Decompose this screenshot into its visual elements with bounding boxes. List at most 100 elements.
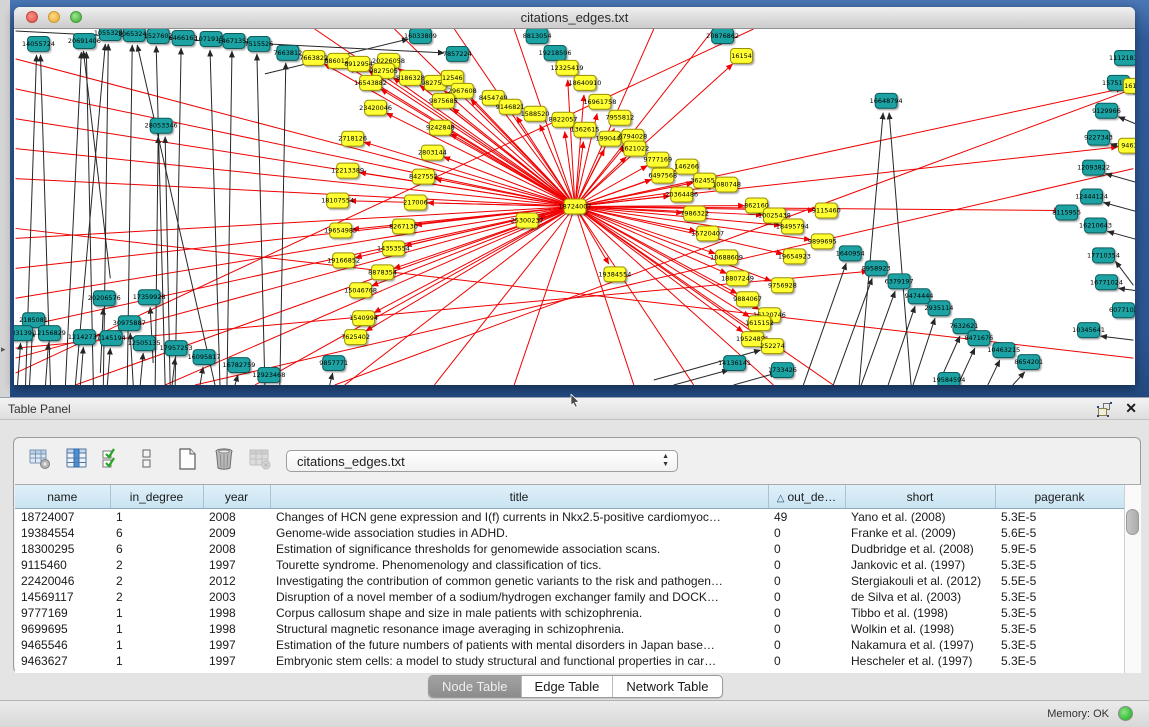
graph-node[interactable]: 1145194 xyxy=(97,331,126,346)
graph-node[interactable]: 9129966 xyxy=(1092,103,1121,118)
graph-node[interactable]: 12444124 xyxy=(1075,189,1108,204)
select-columns-icon[interactable] xyxy=(98,445,126,473)
tab-edge-table[interactable]: Edge Table xyxy=(521,676,613,697)
graph-node[interactable]: 16771024 xyxy=(1090,275,1123,290)
close-panel-icon[interactable]: ✕ xyxy=(1125,400,1137,417)
new-file-icon[interactable] xyxy=(174,445,202,473)
graph-node[interactable]: 2718126 xyxy=(338,131,367,146)
graph-node[interactable]: 1733426 xyxy=(768,363,797,378)
graph-node[interactable]: 10688609 xyxy=(710,250,743,265)
table-row[interactable]: 1872400712008Changes of HCN gene express… xyxy=(15,509,1124,526)
graph-node[interactable]: 28053346 xyxy=(145,118,178,133)
table-scrollbar-thumb[interactable] xyxy=(1126,509,1139,535)
network-view-canvas[interactable]: 1872400714055724206914061055328710653247… xyxy=(14,29,1135,385)
graph-node[interactable]: 8427552 xyxy=(409,169,438,184)
graph-node[interactable]: 217006 xyxy=(403,195,428,210)
graph-node[interactable]: 16033809 xyxy=(404,29,437,43)
graph-node[interactable]: 19654985 xyxy=(324,223,357,238)
table-row[interactable]: 2242004622012Investigating the contribut… xyxy=(15,573,1124,589)
graph-node[interactable]: 7955812 xyxy=(605,110,634,125)
graph-node[interactable]: 19218506 xyxy=(539,45,572,60)
graph-node[interactable]: 252274 xyxy=(760,339,785,354)
graph-node[interactable]: 12325419 xyxy=(551,60,584,75)
graph-node[interactable]: 8878354 xyxy=(368,265,397,280)
graph-node[interactable]: 6466163 xyxy=(169,30,198,45)
graph-node[interactable]: 7515526 xyxy=(244,36,273,51)
graph-node[interactable]: 15720407 xyxy=(691,226,724,241)
graph-node[interactable]: 9242848 xyxy=(426,120,455,135)
graph-node[interactable]: 6497568 xyxy=(648,168,677,183)
graph-node[interactable]: 30975887 xyxy=(113,316,146,331)
graph-node[interactable]: 9463 xyxy=(1118,138,1135,153)
delete-table-icon[interactable] xyxy=(246,445,274,473)
graph-node[interactable]: 8115955 xyxy=(1052,205,1081,220)
graph-node[interactable]: 6077102 xyxy=(1109,303,1135,318)
column-header-short[interactable]: short xyxy=(845,485,995,509)
graph-node[interactable]: 1640954 xyxy=(836,246,865,261)
graph-node[interactable]: 20876862 xyxy=(706,29,739,43)
graph-node[interactable]: 33139 xyxy=(14,326,33,341)
graph-node[interactable]: 12093822 xyxy=(1077,160,1110,175)
window-titlebar[interactable]: citations_edges.txt xyxy=(14,7,1135,29)
column-header-in_degree[interactable]: in_degree xyxy=(110,485,203,509)
tab-node-table[interactable]: Node Table xyxy=(429,676,521,697)
graph-node[interactable]: 11121834 xyxy=(1109,50,1135,65)
graph-node[interactable]: 16961758 xyxy=(583,94,616,109)
graph-node[interactable]: 14136141 xyxy=(718,356,751,371)
graph-node[interactable]: 7986322 xyxy=(680,206,709,221)
table-row[interactable]: 977716911998Corpus callosum shape and si… xyxy=(15,605,1124,621)
column-header-title[interactable]: title xyxy=(270,485,768,509)
graph-node[interactable]: 8471676 xyxy=(964,331,993,346)
graph-node[interactable]: 16648794 xyxy=(870,93,903,108)
table-options-icon[interactable] xyxy=(26,445,54,473)
graph-node[interactable]: 1621022 xyxy=(620,141,649,156)
graph-node[interactable]: 8654201 xyxy=(1014,355,1043,370)
tab-network-table[interactable]: Network Table xyxy=(612,676,721,697)
table-scrollbar[interactable] xyxy=(1124,485,1141,673)
graph-node[interactable]: 9777169 xyxy=(643,152,672,167)
column-header-out_de[interactable]: △out_de… xyxy=(768,485,845,509)
graph-node[interactable]: 14055724 xyxy=(22,36,55,51)
graph-node[interactable]: 20206576 xyxy=(88,291,121,306)
graph-node[interactable]: 16154 xyxy=(731,48,753,63)
graph-node[interactable]: 1615152 xyxy=(745,316,774,331)
table-row[interactable]: 1830029562008Estimation of significance … xyxy=(15,541,1124,557)
graph-node[interactable]: 16158 xyxy=(1123,78,1135,93)
graph-node[interactable]: 12213389 xyxy=(331,163,364,178)
graph-node[interactable]: 146266 xyxy=(674,159,699,174)
column-header-pagerank[interactable]: pagerank xyxy=(995,485,1124,509)
graph-node[interactable]: 16210643 xyxy=(1079,218,1112,233)
graph-node[interactable]: 1080748 xyxy=(712,177,741,192)
graph-node[interactable]: 2935114 xyxy=(925,301,954,316)
graph-node[interactable]: 7625402 xyxy=(341,330,370,345)
graph-node[interactable]: 19654923 xyxy=(778,249,811,264)
table-row[interactable]: 1456911722003Disruption of a novel membe… xyxy=(15,589,1124,605)
graph-node[interactable]: 1588520 xyxy=(521,106,550,121)
table-selector-dropdown[interactable]: citations_edges.txt ▲▼ xyxy=(286,450,678,472)
graph-node[interactable]: 17359928 xyxy=(133,290,166,305)
graph-node[interactable]: 7857224 xyxy=(443,46,472,61)
graph-node[interactable]: 8267130 xyxy=(389,219,418,234)
graph-node[interactable]: 10345641 xyxy=(1072,323,1105,338)
panel-collapse-arrow-icon[interactable]: ▸ xyxy=(1,344,6,355)
memory-status-icon[interactable] xyxy=(1118,706,1133,721)
table-row[interactable]: 1938455462009Genome-wide association stu… xyxy=(15,525,1124,541)
column-header-year[interactable]: year xyxy=(203,485,270,509)
table-row[interactable]: 946554611997Estimation of the future num… xyxy=(15,637,1124,653)
graph-node[interactable]: 6379197 xyxy=(885,274,914,289)
graph-node[interactable]: 8813054 xyxy=(523,29,552,43)
graph-node[interactable]: 17710354 xyxy=(1087,248,1120,263)
graph-node[interactable]: 9899695 xyxy=(808,234,837,249)
graph-node[interactable]: 9857771 xyxy=(319,356,348,371)
table-row[interactable]: 969969511998Structural magnetic resonanc… xyxy=(15,621,1124,637)
graph-node[interactable]: 18640910 xyxy=(569,75,602,90)
graph-node[interactable]: 9115460 xyxy=(812,203,841,218)
graph-node[interactable]: 15046768 xyxy=(344,283,377,298)
trash-icon[interactable] xyxy=(210,445,238,473)
show-columns-icon[interactable] xyxy=(63,445,91,473)
float-panel-icon[interactable] xyxy=(1097,402,1113,417)
graph-node[interactable]: 1540994 xyxy=(349,311,378,326)
row-options-icon[interactable] xyxy=(133,445,161,473)
graph-node[interactable]: 19584594 xyxy=(932,373,965,385)
column-header-name[interactable]: name xyxy=(15,485,110,509)
